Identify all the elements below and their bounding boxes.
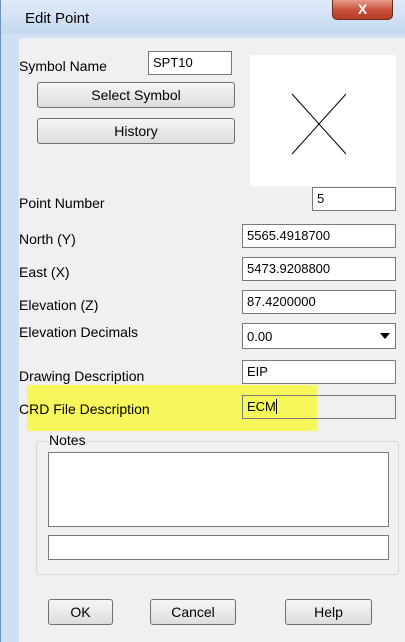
- x-cross-symbol-icon: [291, 93, 347, 155]
- chevron-down-icon: [380, 333, 390, 339]
- crd-file-description-label: CRD File Description: [19, 401, 150, 417]
- notes-legend: Notes: [47, 432, 88, 448]
- drawing-description-label: Drawing Description: [19, 368, 145, 384]
- notes-textarea[interactable]: [48, 452, 389, 527]
- crd-file-description-value: ECM: [247, 399, 276, 414]
- elevation-decimals-label: Elevation Decimals: [19, 324, 139, 340]
- notes-line-field[interactable]: [48, 535, 389, 560]
- north-label: North (Y): [19, 231, 76, 247]
- symbol-name-label: Symbol Name: [19, 58, 107, 74]
- elevation-decimals-value: 0.00: [247, 329, 273, 344]
- elevation-label: Elevation (Z): [19, 297, 99, 313]
- east-field[interactable]: 5473.9208800: [242, 257, 396, 281]
- dialog-client-area: Symbol Name SPT10 Select Symbol History …: [19, 38, 405, 642]
- dialog-window: Edit Point X Symbol Name SPT10 Select Sy…: [0, 0, 405, 642]
- symbol-name-field[interactable]: SPT10: [148, 51, 232, 75]
- text-cursor: [275, 399, 277, 414]
- north-field[interactable]: 5565.4918700: [242, 224, 396, 248]
- window-title: Edit Point: [25, 10, 90, 27]
- point-number-label: Point Number: [19, 195, 105, 211]
- east-label: East (X): [19, 264, 70, 280]
- elevation-field[interactable]: 87.4200000: [242, 290, 396, 314]
- select-symbol-button[interactable]: Select Symbol: [37, 82, 235, 108]
- crd-file-description-field[interactable]: ECM: [242, 395, 396, 419]
- close-button[interactable]: X: [332, 0, 393, 20]
- history-button[interactable]: History: [37, 118, 235, 144]
- title-bar[interactable]: Edit Point X: [1, 0, 405, 34]
- cancel-button[interactable]: Cancel: [150, 599, 236, 625]
- symbol-preview: [250, 55, 396, 186]
- ok-button[interactable]: OK: [48, 599, 113, 625]
- elevation-decimals-select[interactable]: 0.00: [242, 323, 396, 349]
- drawing-description-field[interactable]: EIP: [242, 360, 396, 384]
- point-number-field[interactable]: 5: [312, 187, 396, 211]
- help-button[interactable]: Help: [285, 599, 372, 625]
